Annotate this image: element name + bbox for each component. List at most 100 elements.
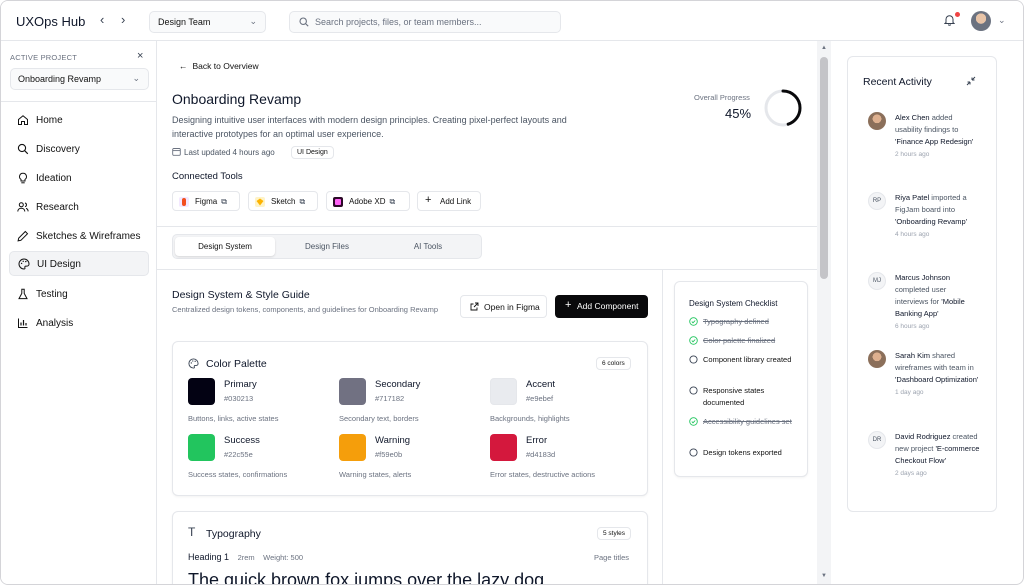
scroll-up-icon[interactable]: ▲: [821, 45, 827, 51]
color-swatch[interactable]: [490, 378, 517, 405]
scroll-thumb[interactable]: [820, 57, 828, 279]
activity-text: Sarah Kim shared wireframes with team in…: [895, 350, 981, 399]
tool-label: Adobe XD: [349, 197, 386, 206]
color-swatch[interactable]: [188, 378, 215, 405]
back-label: Back to Overview: [192, 61, 259, 71]
search-placeholder: Search projects, files, or team members.…: [315, 17, 482, 27]
checklist-item[interactable]: Accessibility guidelines set: [689, 416, 801, 428]
color-hex: #030213: [224, 394, 254, 403]
type-sample: The quick brown fox jumps over the lazy …: [188, 570, 545, 585]
checklist-item[interactable]: Design tokens exported: [689, 447, 801, 459]
color-usage: Buttons, links, active states: [188, 414, 279, 423]
tool-sketch-link[interactable]: Sketch ⧉: [248, 191, 318, 211]
color-swatch[interactable]: [490, 434, 517, 461]
tab-bar: Design System Design Files AI Tools: [172, 234, 482, 259]
sidebar-item-sketches-wireframes[interactable]: Sketches & Wireframes: [9, 224, 149, 249]
activity-user: David Rodriguez: [895, 432, 951, 441]
chevron-down-icon: ⌄: [132, 73, 140, 83]
connected-tools-label: Connected Tools: [172, 171, 243, 182]
checklist-item[interactable]: Color palette finalized: [689, 335, 801, 347]
sidebar-item-discovery[interactable]: Discovery: [9, 137, 149, 162]
color-usage: Secondary text, borders: [339, 414, 419, 423]
activity-time: 2 days ago: [895, 470, 927, 477]
activity-user: Alex Chen: [895, 113, 930, 122]
checklist-item[interactable]: Typography defined: [689, 316, 801, 328]
forward-arrow-icon[interactable]: ›: [121, 12, 125, 27]
recent-activity-title: Recent Activity: [863, 76, 932, 88]
tab-design-system[interactable]: Design System: [175, 237, 275, 256]
sidebar-item-analysis[interactable]: Analysis: [9, 311, 149, 336]
checklist-title: Design System Checklist: [689, 299, 778, 308]
activity-time: 1 day ago: [895, 389, 924, 396]
sidebar-item-ideation[interactable]: Ideation: [9, 166, 149, 191]
bell-icon[interactable]: [944, 14, 955, 26]
last-updated: Last updated 4 hours ago: [172, 148, 275, 157]
tool-label: Add Link: [440, 197, 472, 206]
activity-text: Alex Chen added usability findings to 'F…: [895, 112, 981, 161]
recent-activity-panel: Recent Activity Alex Chen added usabilit…: [847, 56, 997, 512]
sidebar-item-label: Ideation: [36, 173, 72, 184]
sidebar-item-home[interactable]: Home: [9, 108, 149, 133]
activity-target[interactable]: 'Finance App Redesign': [895, 137, 973, 146]
progress-label: Overall Progress: [694, 93, 750, 102]
tab-ai-tools[interactable]: AI Tools: [378, 237, 478, 256]
open-in-figma-label: Open in Figma: [484, 302, 540, 312]
project-select[interactable]: Onboarding Revamp ⌄: [10, 68, 149, 90]
activity-target[interactable]: 'Onboarding Revamp': [895, 217, 967, 226]
checklist-item[interactable]: Component library created: [689, 354, 801, 366]
add-link-button[interactable]: + Add Link: [417, 191, 481, 211]
color-hex: #f59e0b: [375, 450, 403, 459]
tool-figma-link[interactable]: Figma ⧉: [172, 191, 240, 211]
avatar: DR: [868, 431, 886, 449]
sidebar-item-research[interactable]: Research: [9, 195, 149, 220]
activity-text: Riya Patel imported a FigJam board into …: [895, 192, 981, 241]
app-window: UXOps Hub ‹ › Design Team ⌄ Search proje…: [0, 0, 1024, 585]
color-hex: #717182: [375, 394, 405, 403]
search-input[interactable]: Search projects, files, or team members.…: [289, 11, 561, 33]
color-hex: #d4183d: [526, 450, 556, 459]
open-in-figma-button[interactable]: Open in Figma: [460, 295, 547, 318]
color-swatch[interactable]: [188, 434, 215, 461]
check-circle-icon: [689, 336, 698, 345]
checklist-item-label: Responsive states documented: [703, 386, 765, 407]
sidebar-item-testing[interactable]: Testing: [9, 282, 149, 307]
scroll-down-icon[interactable]: ▼: [821, 573, 827, 579]
back-to-overview-link[interactable]: ← Back to Overview: [179, 61, 259, 71]
tab-design-files[interactable]: Design Files: [277, 237, 377, 256]
color-palette-card: Color Palette 6 colors Primary #030213 But…: [172, 341, 648, 496]
sidebar-item-label: Home: [36, 115, 63, 126]
team-select[interactable]: Design Team ⌄: [149, 11, 266, 33]
main-content: ← Back to Overview Onboarding Revamp Desi…: [157, 41, 817, 585]
color-name: Success: [224, 435, 260, 446]
circle-icon: [689, 355, 698, 364]
adobe-xd-icon: [333, 197, 343, 207]
checklist-item[interactable]: Responsive states documented: [689, 385, 801, 409]
tool-adobe-xd-link[interactable]: Adobe XD ⧉: [326, 191, 410, 211]
add-component-button[interactable]: + Add Component: [555, 295, 648, 318]
design-system-subtitle: Centralized design tokens, components, a…: [172, 305, 438, 314]
sidebar-item-label: Research: [36, 202, 79, 213]
user-avatar[interactable]: [971, 11, 991, 31]
sidebar-item-label: Testing: [36, 289, 68, 300]
activity-target[interactable]: 'Dashboard Optimization': [895, 375, 978, 384]
typography-title: Typography: [206, 528, 261, 540]
minimize-icon[interactable]: [966, 76, 976, 86]
users-icon: [17, 202, 29, 212]
back-arrow-icon[interactable]: ‹: [100, 12, 104, 27]
color-swatch[interactable]: [339, 434, 366, 461]
project-select-value: Onboarding Revamp: [18, 74, 102, 84]
typography-count-badge: 5 styles: [597, 527, 632, 540]
main-scrollbar[interactable]: ▲ ▼: [817, 41, 831, 584]
progress-ring: [764, 89, 802, 127]
close-icon[interactable]: ×: [137, 50, 143, 62]
heading1-usage: Page titles: [594, 553, 630, 562]
chevron-down-icon: ⌄: [249, 16, 257, 26]
sidebar-item-ui-design[interactable]: UI Design: [9, 251, 149, 276]
checklist-item-label: Design tokens exported: [703, 448, 782, 457]
color-name: Accent: [526, 379, 556, 390]
color-swatch[interactable]: [339, 378, 366, 405]
avatar: MJ: [868, 272, 886, 290]
activity-action: completed user interviews for: [895, 285, 947, 306]
activity-time: 4 hours ago: [895, 231, 930, 238]
chevron-down-icon[interactable]: ⌄: [998, 15, 1006, 26]
